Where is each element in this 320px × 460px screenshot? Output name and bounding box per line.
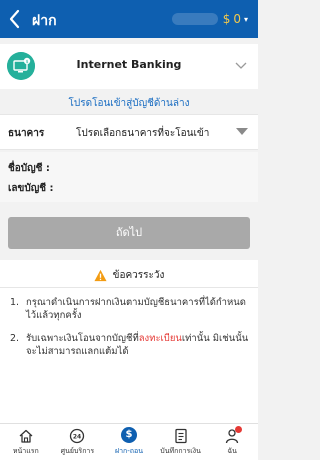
svg-text:24: 24 (73, 434, 81, 441)
divider (0, 287, 258, 288)
warning-note: 2. รับเฉพาะเงินโอนจากบัญชีที่ลงทะเบียนเท… (10, 332, 250, 358)
account-name-label: ชื่อบัญชี : (8, 163, 50, 174)
dollar-icon: $ (120, 427, 137, 443)
page-title: ฝาก (32, 13, 57, 29)
chevron-down-icon[interactable] (234, 58, 248, 72)
top-bar: ฝาก $ 0 ▾ (0, 0, 258, 38)
deposit-method-label: Internet Banking (76, 58, 182, 71)
back-arrow-icon[interactable] (6, 8, 24, 30)
home-icon (19, 429, 33, 443)
note-text: กรุณาดำเนินการฝากเงินตามบัญชีธนาคารที่ได… (26, 297, 246, 321)
warning-panel: ข้อควรระวัง 1. กรุณาดำเนินการฝากเงินตามบ… (0, 260, 258, 423)
tab-label: ฉัน (227, 447, 237, 455)
tab-home[interactable]: หน้าแรก (0, 424, 52, 460)
warning-note: 1. กรุณาดำเนินการฝากเงินตามบัญชีธนาคารที… (10, 296, 250, 322)
note-text-pre: รับเฉพาะเงินโอนจากบัญชีที่ (26, 333, 139, 344)
note-number: 2. (10, 333, 20, 344)
tab-label: ศูนย์บริการ (60, 447, 95, 455)
bank-selector[interactable]: ธนาคาร โปรดเลือกธนาคารที่จะโอนเข้า (0, 114, 258, 150)
tab-label: บันทึกการเงิน (160, 447, 201, 455)
bank-label: ธนาคาร (8, 128, 45, 139)
warning-header: ข้อควรระวัง (0, 268, 258, 283)
24h-service-icon: 24 (70, 428, 85, 444)
note-highlight: ลงทะเบียน (138, 333, 182, 344)
account-number-label: เลขบัญชี : (8, 183, 54, 194)
bank-select-placeholder[interactable]: โปรดเลือกธนาคารที่จะโอนเข้า (76, 126, 209, 141)
currency-symbol: $ (222, 12, 231, 26)
deposit-method-selector[interactable]: $ Internet Banking (0, 44, 258, 89)
chevron-down-icon: ▾ (243, 14, 248, 24)
warning-title: ข้อควรระวัง (112, 270, 165, 281)
notification-dot (235, 426, 243, 433)
tab-financial-records[interactable]: บันทึกการเงิน (155, 424, 207, 460)
note-text: รับเฉพาะเงินโอนจากบัญชีที่ลงทะเบียนเท่าน… (26, 332, 250, 358)
masked-username (171, 13, 218, 25)
balance-dropdown[interactable]: $ 0 ▾ (171, 12, 248, 26)
bottom-tab-bar: หน้าแรก 24 ศูนย์บริการ $ ฝาก-ถอน บันทึกก… (0, 423, 258, 460)
next-button[interactable]: ถัดไป (8, 217, 250, 249)
dropdown-triangle-icon[interactable] (236, 128, 248, 135)
tab-deposit-withdraw[interactable]: $ ฝาก-ถอน (103, 424, 155, 460)
transfer-instruction: โปรดโอนเข้าสู่บัญชีด้านล่าง (68, 98, 190, 109)
note-number: 1. (10, 297, 20, 308)
tab-service-center[interactable]: 24 ศูนย์บริการ (52, 424, 104, 460)
tab-me[interactable]: ฉัน (206, 424, 258, 460)
warning-icon (94, 269, 107, 282)
tab-label: หน้าแรก (12, 447, 39, 455)
balance-value: 0 (233, 12, 241, 26)
document-icon (174, 428, 187, 444)
tab-label: ฝาก-ถอน (114, 447, 143, 455)
account-info-panel: ชื่อบัญชี : เลขบัญชี : (0, 152, 258, 202)
